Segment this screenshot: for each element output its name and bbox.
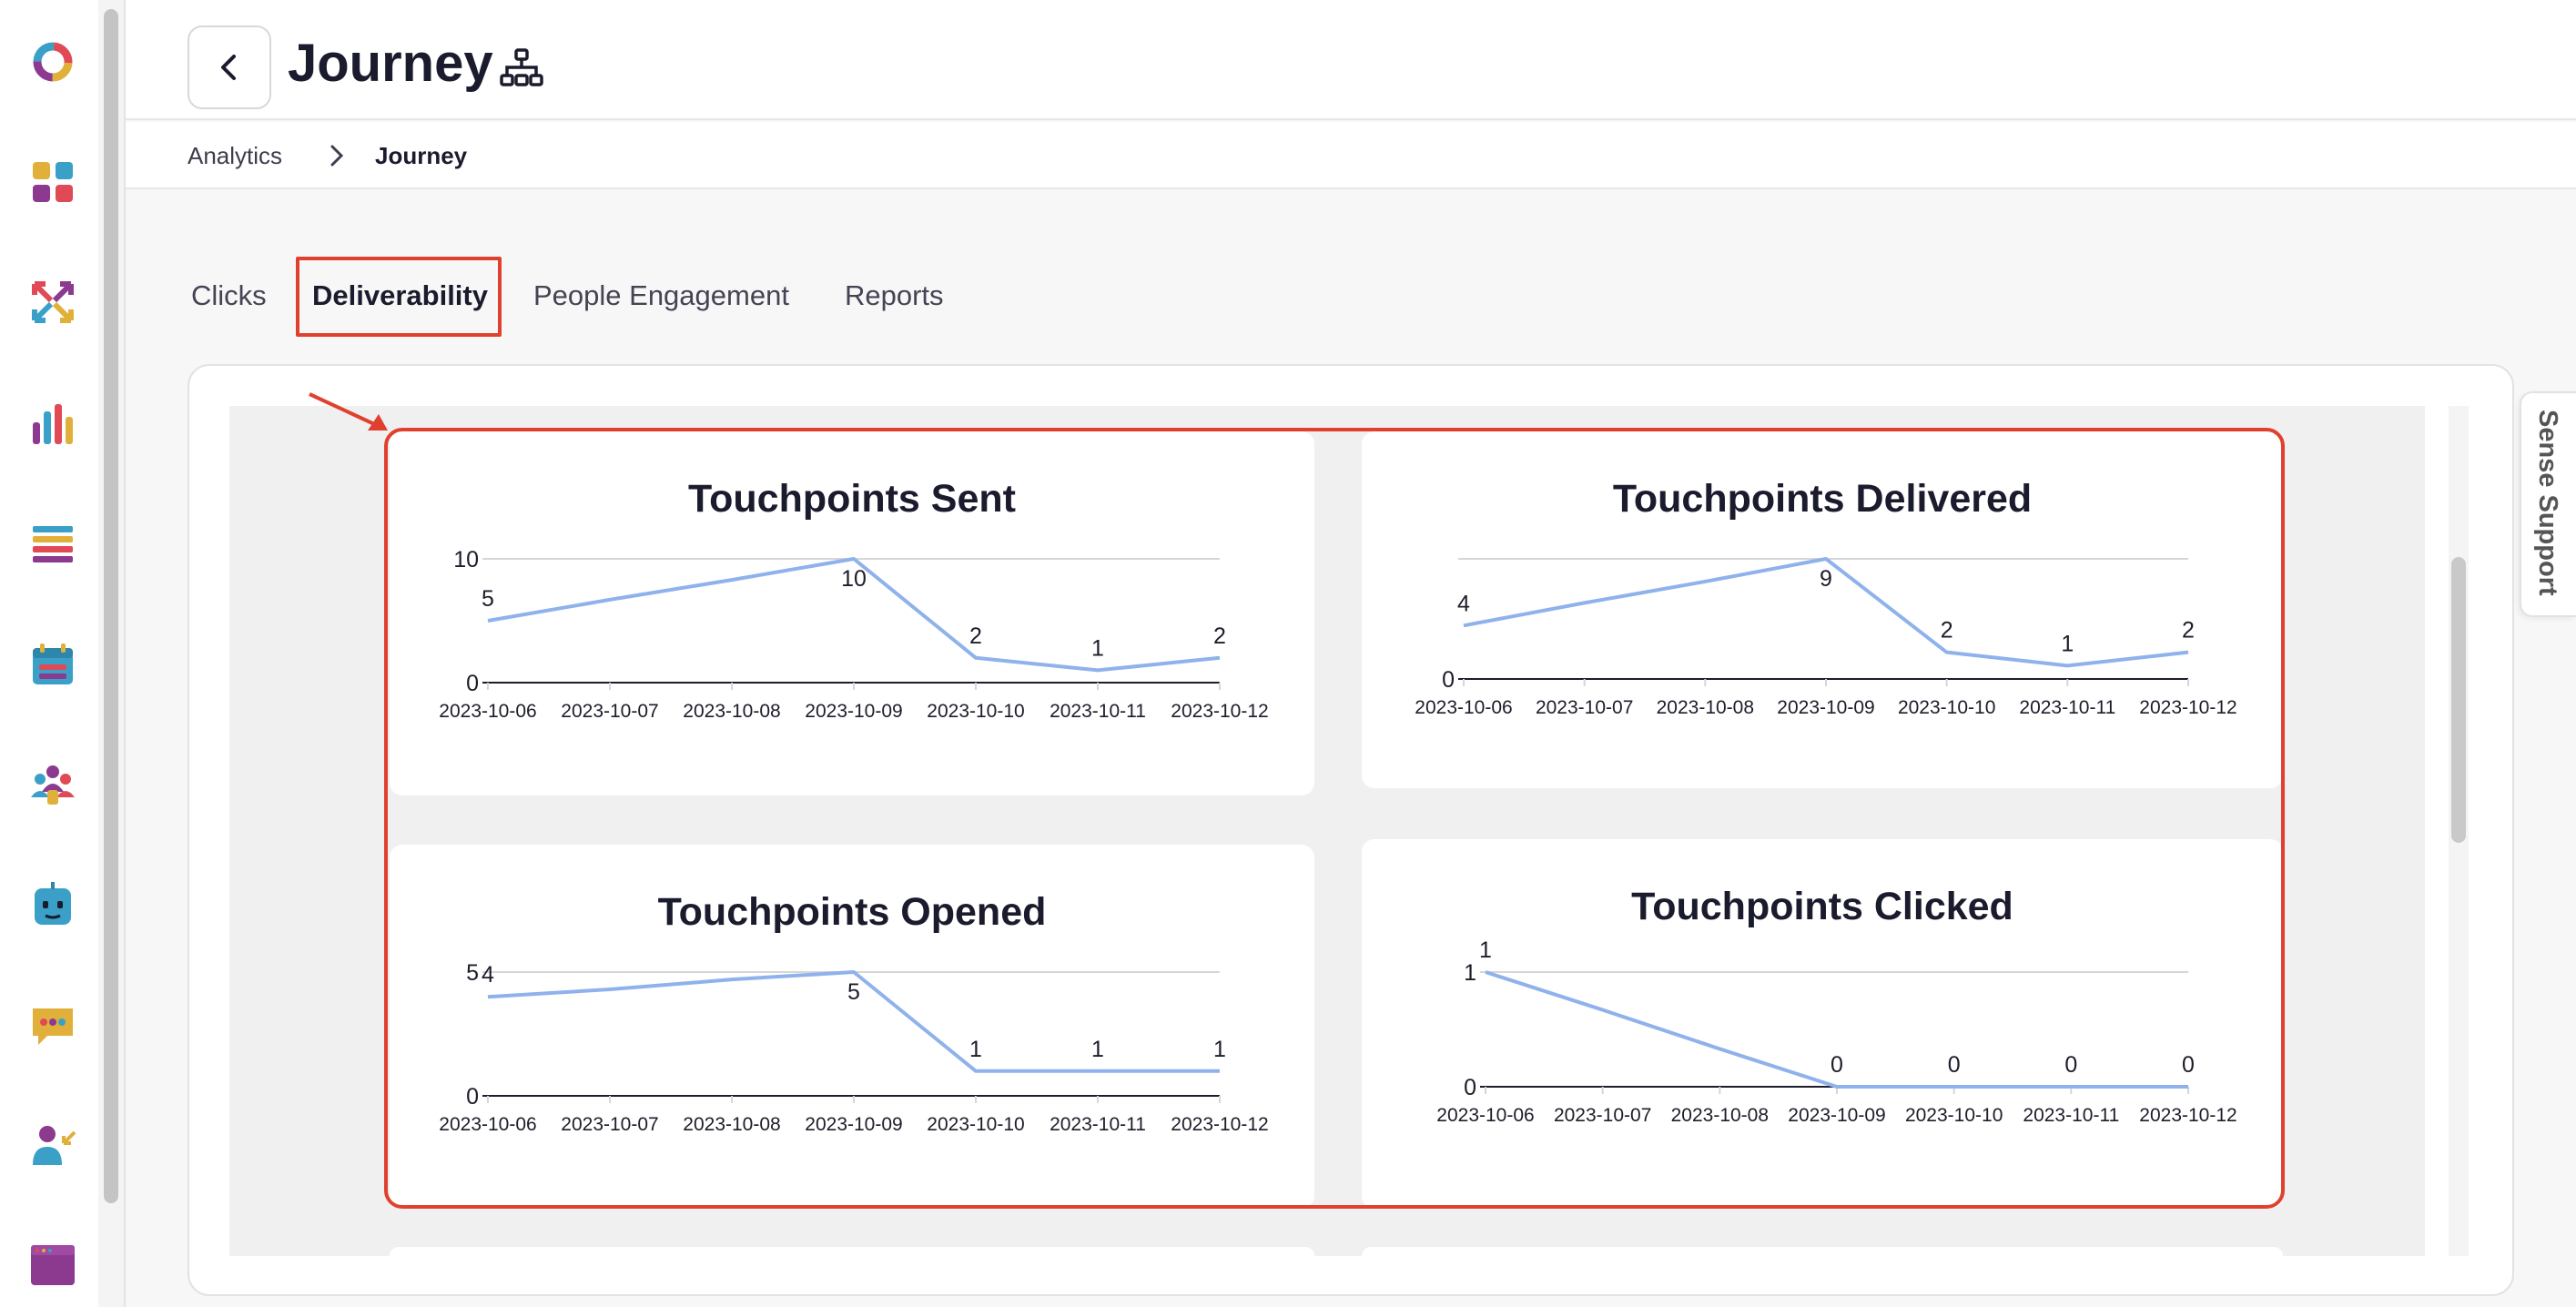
chart-touchpoints-opened: Touchpoints Opened 0 5 2023-10-06 2023-10-0… [390,845,1314,1209]
next-chart-card-peek [390,1247,1314,1256]
y-tick-label: 1 [1464,960,1476,986]
x-tick-label: 2023-10-07 [561,701,658,722]
data-label: 2 [1941,618,1953,643]
back-button[interactable] [188,25,271,109]
data-label: 5 [482,586,494,612]
arrows-icon[interactable] [27,277,78,328]
x-tick-label: 2023-10-09 [1788,1105,1885,1126]
sidebar [0,0,126,1307]
charts-scrollbar-thumb[interactable] [2451,557,2466,843]
data-label: 1 [1091,635,1104,661]
tab-reports[interactable]: Reports [845,257,944,335]
x-tick-label: 2023-10-06 [1415,697,1512,718]
line-chart: 0 1 2023-10-06 2023-10-07 2023-10-08 2023-10-… [1436,937,2236,1126]
y-tick-label: 10 [453,547,479,572]
x-tick-label: 2023-10-09 [805,701,902,722]
sitemap-icon[interactable] [499,46,544,91]
data-label: 2 [2182,618,2195,643]
y-tick-label: 0 [1464,1075,1476,1100]
line-chart: 0 5 2023-10-06 2023-10-07 2023-10-08 2023-10-… [439,960,1268,1135]
chart-touchpoints-clicked: Touchpoints Clicked 0 1 2023-10-06 2023-10-… [1362,839,2283,1209]
x-tick-label: 2023-10-06 [439,701,536,722]
tab-clicks[interactable]: Clicks [191,257,267,335]
tab-people-engagement[interactable]: People Engagement [533,257,789,335]
y-tick-label: 5 [466,960,479,986]
apps-grid-icon[interactable] [27,157,78,208]
x-tick-label: 2023-10-09 [805,1114,902,1135]
page-title: Journey [288,34,493,93]
line-chart: 0 10 2023-10-06 2023-10-07 2023-10-08 2023-10… [439,547,1268,722]
data-label: 0 [2064,1052,2077,1078]
user-assign-icon[interactable] [27,1120,78,1170]
x-tick-label: 2023-10-08 [683,1114,780,1135]
data-label: 1 [1479,937,1492,963]
page-header: Journey [126,0,2576,120]
data-label: 4 [1457,591,1470,616]
logo-ring-icon[interactable] [27,36,78,87]
x-tick-label: 2023-10-08 [1671,1105,1769,1126]
x-tick-label: 2023-10-07 [1554,1105,1651,1126]
chevron-right-icon [330,145,344,167]
bar-chart-icon[interactable] [27,399,78,450]
x-tick-label: 2023-10-12 [1171,1114,1268,1135]
browser-window-icon[interactable] [27,1240,78,1291]
breadcrumb-analytics[interactable]: Analytics [188,142,282,170]
data-label: 1 [1213,1037,1226,1062]
x-tick-label: 2023-10-06 [439,1114,536,1135]
data-label: 0 [1831,1052,1843,1078]
x-tick-label: 2023-10-11 [1050,1114,1146,1135]
y-tick-label: 0 [1442,667,1455,693]
data-label: 1 [1091,1037,1104,1062]
x-tick-label: 2023-10-12 [1171,701,1268,722]
data-label: 5 [847,979,860,1005]
x-tick-label: 2023-10-11 [1050,701,1146,722]
x-tick-label: 2023-10-11 [2019,697,2115,718]
data-label: 4 [482,962,494,988]
calendar-icon[interactable] [27,639,78,690]
x-tick-label: 2023-10-10 [927,1114,1024,1135]
x-tick-label: 2023-10-07 [1536,697,1633,718]
list-icon[interactable] [27,519,78,570]
y-tick-label: 0 [466,671,479,696]
data-label: 1 [969,1037,982,1062]
bot-icon[interactable] [27,879,78,930]
x-tick-label: 2023-10-10 [1905,1105,2003,1126]
data-label: 9 [1820,566,1832,592]
x-tick-label: 2023-10-07 [561,1114,658,1135]
x-tick-label: 2023-10-11 [2023,1105,2119,1126]
x-tick-label: 2023-10-08 [683,701,780,722]
next-chart-card-peek [1362,1247,2283,1256]
people-icon[interactable] [27,759,78,810]
x-tick-label: 2023-10-08 [1657,697,1754,718]
chart-touchpoints-delivered: Touchpoints Delivered 0 2023-10-06 2023-10… [1362,431,2283,788]
data-label: 1 [2061,631,2074,656]
data-label: 0 [1948,1052,1961,1078]
annotation-arrow-icon [309,392,388,431]
x-tick-label: 2023-10-09 [1777,697,1874,718]
data-label: 2 [1213,623,1226,649]
x-tick-label: 2023-10-12 [2139,697,2236,718]
breadcrumb: Analytics Journey [126,122,2576,189]
data-label: 2 [969,623,982,649]
active-tab-annotation [296,257,502,337]
sidebar-scrollbar-thumb[interactable] [104,9,118,1203]
sense-support-button[interactable]: Sense Support [2520,391,2576,617]
x-tick-label: 2023-10-06 [1436,1105,1534,1126]
y-tick-label: 0 [466,1084,479,1109]
data-label: 0 [2182,1052,2195,1078]
sense-support-label: Sense Support [2533,410,2562,596]
chart-touchpoints-sent: Touchpoints Sent 0 10 2023-10-06 2023-10-07… [390,431,1314,795]
data-label: 10 [841,566,867,592]
chevron-left-icon [221,55,236,80]
chat-icon[interactable] [27,999,78,1050]
breadcrumb-journey: Journey [375,142,468,169]
x-tick-label: 2023-10-12 [2139,1105,2236,1126]
x-tick-label: 2023-10-10 [1898,697,1995,718]
line-chart: 0 2023-10-06 2023-10-07 2023-10-08 2023-10-0… [1415,557,2237,718]
x-tick-label: 2023-10-10 [927,701,1024,722]
